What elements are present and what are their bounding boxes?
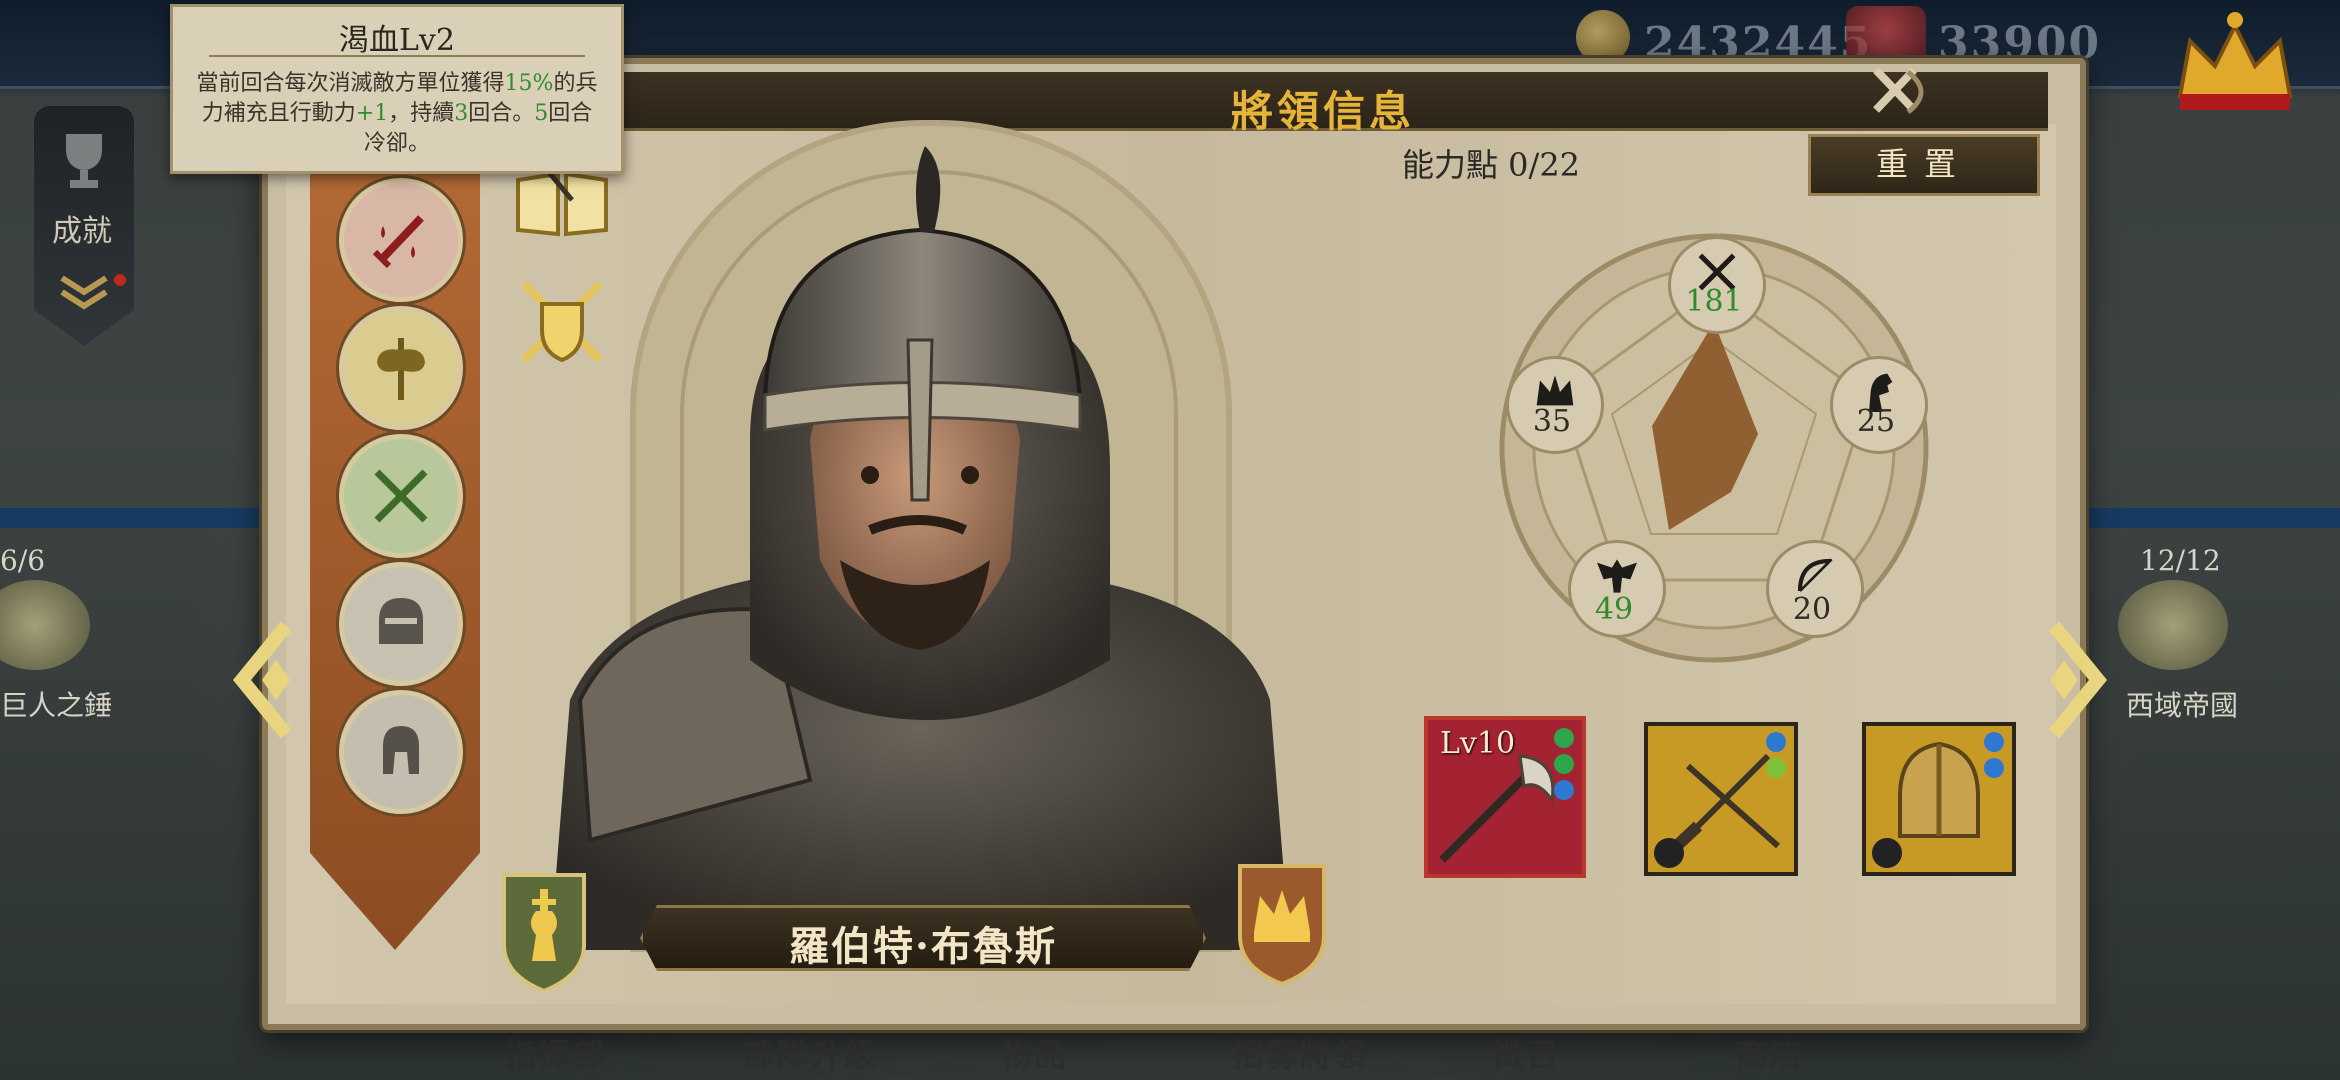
close-button[interactable] (1868, 62, 1938, 122)
reset-button[interactable]: 重置 (1808, 134, 2040, 196)
left-blue-stripe (0, 508, 270, 528)
tooltip-text: ，持續 (388, 101, 455, 126)
panel-title: 將領信息 (1230, 87, 1415, 136)
chevron-left-icon (232, 621, 292, 739)
chevron-right-icon (2048, 621, 2108, 739)
tooltip-highlight: 3 (454, 101, 469, 126)
general-portrait (550, 146, 1290, 950)
crown-badge-icon[interactable] (1232, 850, 1332, 990)
nav-recruit-general[interactable]: 招募將領 (1232, 1030, 1368, 1076)
crossed-swords-icon (374, 469, 428, 523)
tooltip-highlight: 5 (534, 101, 549, 126)
equipment-slot-weapons[interactable] (1644, 722, 1798, 876)
tooltip-title: 渴血Lv2 (339, 23, 455, 58)
sword-type-icon (1654, 838, 1684, 868)
achievement-label: 成就 (52, 214, 112, 249)
ability-points: 能力點 0/22 (1402, 146, 1581, 184)
gem-blue (1984, 732, 2004, 752)
equipment-slot-axe[interactable]: Lv10 (1424, 716, 1586, 878)
skill-crossed-swords[interactable] (339, 434, 463, 558)
left-faction-name: 巨人之錘 (0, 689, 113, 722)
gem-blue (1984, 758, 2004, 778)
tooltip-description: 當前回合每次消滅敵方單位獲得15%的兵力補充且行動力+1，持續3回合。5回合冷卻… (195, 69, 599, 159)
trophy-icon (66, 134, 102, 188)
left-faction-count: 6/6 (0, 544, 46, 577)
knight-helmet-icon (379, 598, 423, 644)
politics-value: 35 (1532, 404, 1572, 439)
right-blue-stripe (2078, 508, 2340, 528)
next-general-button[interactable] (2034, 620, 2114, 740)
nav-headquarters[interactable]: 指揮部 (504, 1030, 606, 1076)
title-bar: 將領信息 (598, 72, 2048, 136)
general-name-bar: 羅伯特·布魯斯 (640, 905, 1206, 971)
crown-menu-icon[interactable] (2170, 6, 2300, 116)
nav-troop-upgrade[interactable]: 部隊升級 (742, 1030, 878, 1076)
attack-value: 181 (1685, 284, 1743, 319)
tooltip-text: 回合。 (468, 101, 535, 126)
chess-king-badge-icon[interactable] (496, 865, 592, 995)
general-name: 羅伯特·布魯斯 (789, 923, 1057, 970)
gem-green (1766, 758, 1786, 778)
gem-blue (1554, 780, 1574, 800)
notification-dot (114, 274, 126, 286)
gem-green (1554, 754, 1574, 774)
close-icon (1873, 67, 1924, 114)
skill-axe[interactable] (339, 306, 463, 430)
double-axe-icon (377, 338, 425, 400)
right-faction-name: 西域帝國 (2126, 689, 2239, 722)
right-faction-badge[interactable] (2118, 580, 2228, 670)
skill-knight-helmet[interactable] (339, 562, 463, 686)
chevron-down-icon (60, 275, 108, 310)
nav-shop[interactable]: 商店 (1736, 1030, 1804, 1076)
gem-blue (1766, 732, 1786, 752)
nav-conscription[interactable]: 徵召 (1492, 1030, 1560, 1076)
tooltip-text: 當前回合每次消滅敵方單位獲得 (196, 71, 505, 96)
bleeding-sword-icon (372, 215, 424, 269)
skill-bloodthirst[interactable] (339, 178, 463, 302)
tooltip-divider (209, 55, 585, 57)
tooltip-highlight: 15% (504, 71, 554, 96)
helmet-type-icon (1872, 838, 1902, 868)
nav-items[interactable]: 物品 (1000, 1030, 1068, 1076)
equipment-slot-helmet[interactable] (1862, 722, 2016, 876)
cavalry-value: 25 (1856, 404, 1896, 439)
skill-spartan-helmet[interactable] (339, 690, 463, 814)
prev-general-button[interactable] (226, 620, 306, 740)
tooltip-highlight: +1 (355, 101, 389, 126)
spartan-helmet-icon (383, 726, 419, 774)
infantry-value: 49 (1594, 592, 1634, 627)
coin-icon (1576, 10, 1630, 64)
right-faction-count: 12/12 (2140, 544, 2221, 577)
hat-resource-icon (1846, 6, 1926, 66)
skill-tooltip: 渴血Lv2 當前回合每次消滅敵方單位獲得15%的兵力補充且行動力+1，持續3回合… (170, 4, 624, 174)
archery-value: 20 (1792, 592, 1832, 627)
gem-green (1554, 728, 1574, 748)
